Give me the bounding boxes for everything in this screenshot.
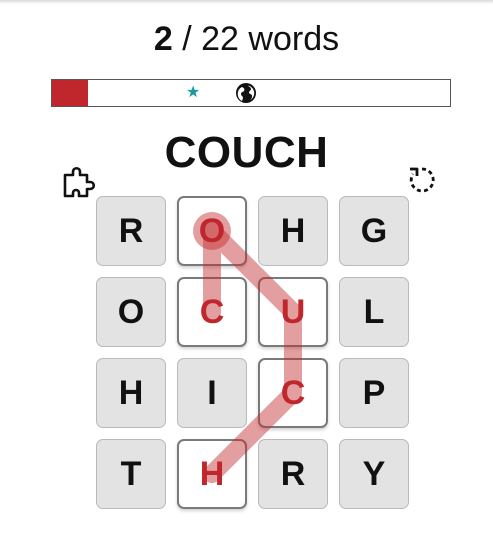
star-icon: ★	[186, 84, 201, 101]
letter-tile-r3-c3[interactable]: Y	[339, 439, 409, 509]
letter-tile-r0-c1[interactable]: O	[177, 196, 247, 266]
letter-tile-r0-c2[interactable]: H	[258, 196, 328, 266]
word-counter: 2 / 22 words	[0, 18, 493, 60]
letter-tile-r0-c0[interactable]: R	[96, 196, 166, 266]
letter-tile-r0-c3[interactable]: G	[339, 196, 409, 266]
letter-tile-r3-c1[interactable]: H	[177, 439, 247, 509]
letter-tile-r2-c3[interactable]: P	[339, 358, 409, 428]
found-count: 2	[153, 20, 173, 58]
puzzle-piece-icon[interactable]	[61, 163, 97, 199]
progress-bar: ★	[51, 79, 451, 107]
letter-tile-r1-c1[interactable]: C	[177, 277, 247, 347]
letter-tile-r1-c3[interactable]: L	[339, 277, 409, 347]
letter-tile-r1-c0[interactable]: O	[96, 277, 166, 347]
letter-tile-r2-c2[interactable]: C	[258, 358, 328, 428]
letter-tile-r2-c0[interactable]: H	[96, 358, 166, 428]
top-edge-shadow	[0, 0, 493, 4]
letter-tile-r3-c2[interactable]: R	[258, 439, 328, 509]
letter-grid: ROHGOCULHICPTHRY	[96, 196, 409, 509]
letter-tile-r2-c1[interactable]: I	[177, 358, 247, 428]
globe-icon	[235, 82, 257, 104]
letter-tile-r1-c2[interactable]: U	[258, 277, 328, 347]
counter-separator: /	[172, 20, 202, 58]
progress-fill	[52, 80, 89, 106]
total-words: 22 words	[201, 20, 340, 58]
letter-tile-r3-c0[interactable]: T	[96, 439, 166, 509]
dashed-refresh-icon[interactable]	[406, 164, 438, 196]
